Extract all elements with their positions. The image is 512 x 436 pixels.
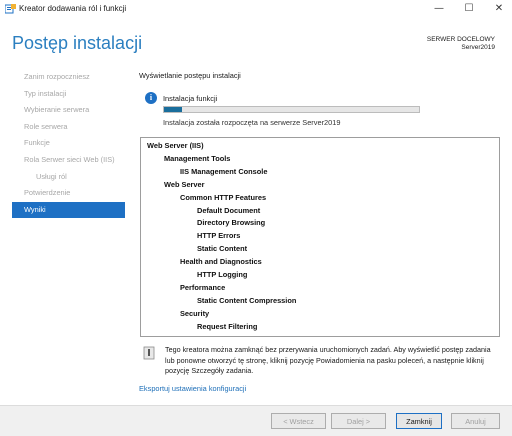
nav-item-server-roles: Role serwera bbox=[24, 121, 68, 131]
target-server-name: Server2019 bbox=[461, 44, 495, 51]
flag-icon bbox=[143, 346, 155, 360]
close-icon[interactable]: ✕ bbox=[485, 0, 512, 16]
results-tree-item: Security bbox=[180, 308, 210, 318]
next-button[interactable]: Dalej > bbox=[331, 413, 386, 429]
results-tree-item: IIS Management Console bbox=[180, 166, 268, 176]
back-button[interactable]: < Wstecz bbox=[271, 413, 326, 429]
results-tree-item: Web Server bbox=[164, 179, 205, 189]
nav-item-confirmation: Potwierdzenie bbox=[24, 188, 71, 198]
target-server-label: SERWER DOCELOWY bbox=[426, 36, 495, 43]
nav-item-before-you-begin: Zanim rozpoczniesz bbox=[24, 72, 90, 81]
nav-item-server-selection: Wybieranie serwera bbox=[24, 105, 90, 115]
close-wizard-note: Tego kreatora można zamknąć bez przerywa… bbox=[165, 345, 491, 375]
export-configuration-link[interactable]: Eksportuj ustawienia konfiguracji bbox=[139, 384, 246, 393]
results-tree-item: Health and Diagnostics bbox=[180, 257, 262, 267]
window-title: Kreator dodawania ról i funkcji bbox=[19, 4, 127, 13]
minimize-icon[interactable]: — bbox=[425, 0, 453, 16]
results-tree-item: HTTP Errors bbox=[197, 231, 241, 241]
close-button[interactable]: Zamknij bbox=[396, 413, 442, 429]
nav-item-web-server-role: Rola Serwer sieci Web (IIS) bbox=[24, 154, 115, 164]
nav-item-installation-type: Typ instalacji bbox=[24, 88, 67, 98]
results-tree-item: Static Content Compression bbox=[197, 295, 297, 305]
nav-item-role-services: Usługi ról bbox=[36, 171, 67, 181]
cancel-button[interactable]: Anuluj bbox=[451, 413, 500, 429]
results-tree-item: Request Filtering bbox=[197, 321, 258, 331]
progress-fill bbox=[164, 107, 182, 112]
section-title: Wyświetlanie postępu instalacji bbox=[139, 71, 241, 80]
results-tree-item: HTTP Logging bbox=[197, 270, 248, 279]
results-list[interactable]: Web Server (IIS) Management Tools IIS Mana… bbox=[140, 137, 500, 337]
maximize-icon[interactable]: ☐ bbox=[455, 0, 483, 16]
server-manager-icon bbox=[5, 4, 16, 14]
installation-progress-bar bbox=[163, 106, 420, 113]
results-tree-item: Directory Browsing bbox=[197, 218, 266, 228]
results-tree-item: Web Server (IIS) bbox=[147, 141, 204, 150]
nav-item-features: Funkcje bbox=[24, 138, 50, 148]
results-tree-item: Performance bbox=[180, 282, 226, 292]
results-tree-item: Management Tools bbox=[164, 153, 231, 163]
title-bar: Kreator dodawania ról i funkcji — ☐ ✕ bbox=[0, 0, 512, 18]
nav-item-results[interactable]: Wyniki bbox=[12, 201, 125, 219]
feature-installation-label: Instalacja funkcji bbox=[163, 94, 218, 103]
wizard-steps-nav: Zanim rozpoczniesz Typ instalacji Wybier… bbox=[0, 69, 126, 219]
info-icon: i bbox=[145, 92, 157, 104]
results-tree-item: Static Content bbox=[197, 244, 248, 254]
progress-status: Instalacja została rozpoczęta na serwerz… bbox=[163, 118, 341, 127]
results-tree-item: Default Document bbox=[197, 205, 261, 215]
results-tree-item: Common HTTP Features bbox=[180, 192, 267, 202]
page-title: Postęp instalacji bbox=[12, 33, 143, 53]
